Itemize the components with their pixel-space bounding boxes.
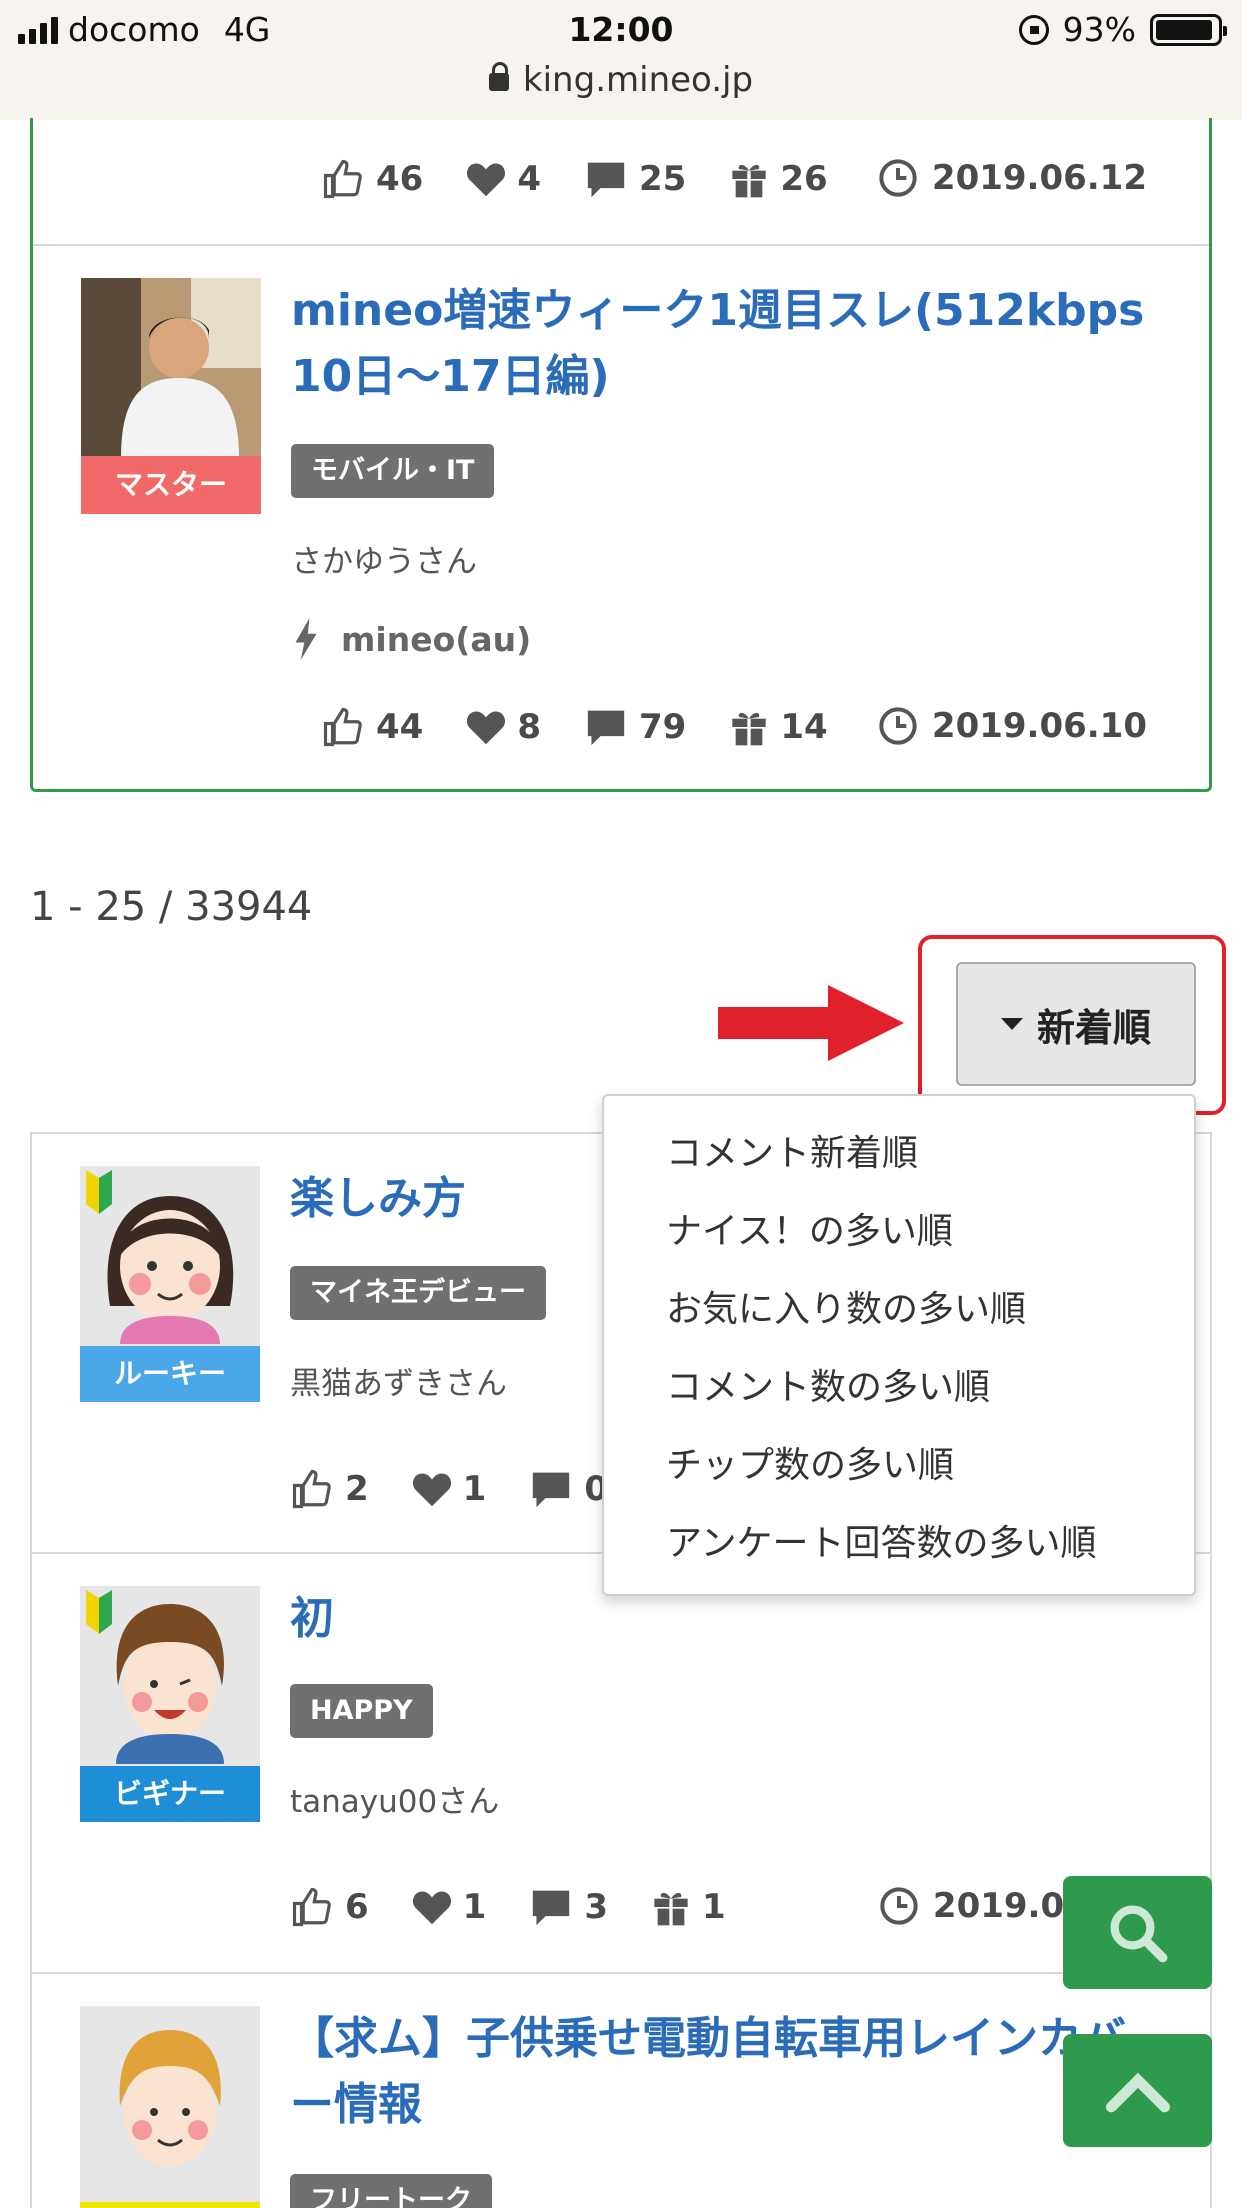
comments-count: 3 xyxy=(584,1887,609,1927)
sort-option-comment-newest[interactable]: コメント新着順 xyxy=(666,1124,918,1176)
url-text: king.mineo.jp xyxy=(522,60,754,100)
category-tag[interactable]: マイネ王デビュー xyxy=(290,1266,546,1320)
user-illustration xyxy=(119,2030,221,2166)
clock-icon xyxy=(879,707,917,745)
tips-count: 26 xyxy=(780,159,828,199)
post-stats: 6 1 3 1 xyxy=(289,1886,768,1928)
favorites-count: 1 xyxy=(462,1469,487,1509)
result-count: 1 - 25 / 33944 xyxy=(30,884,313,930)
rank-badge: ルーキー xyxy=(80,1346,260,1402)
author-name[interactable]: tanayu00さん xyxy=(290,1776,499,1821)
heart-icon xyxy=(412,1473,451,1507)
author-name[interactable]: 黒猫あずきさん xyxy=(290,1358,507,1403)
gift-icon xyxy=(654,1892,688,1926)
tips-count: 1 xyxy=(702,1887,726,1927)
category-tag[interactable]: フリートーク xyxy=(290,2174,492,2208)
bolt-icon xyxy=(295,618,317,660)
beginner-mark-icon xyxy=(86,1590,112,1634)
sort-dropdown-button[interactable]: 新着順 xyxy=(956,962,1196,1086)
heart-icon xyxy=(467,163,506,197)
comment-icon xyxy=(533,1472,570,1508)
avatar[interactable] xyxy=(80,2006,260,2208)
sort-option-most-favorites[interactable]: お気に入り数の多い順 xyxy=(666,1280,1026,1332)
comment-icon xyxy=(533,1890,570,1926)
sort-option-most-nice[interactable]: ナイス！の多い順 xyxy=(666,1202,953,1254)
category-tag[interactable]: モバイル・IT xyxy=(291,444,495,498)
post-date: 2019.06.10 xyxy=(878,706,1147,746)
comment-icon xyxy=(587,162,625,198)
divider xyxy=(32,1972,1210,1974)
category-tag[interactable]: HAPPY xyxy=(290,1684,433,1738)
thumbs-up-icon xyxy=(292,1887,331,1927)
thumbs-up-icon xyxy=(323,159,362,199)
rotation-lock-icon xyxy=(1018,14,1049,45)
rank-badge: マスター xyxy=(81,456,261,514)
comments-count: 79 xyxy=(639,707,687,747)
chevron-up-icon xyxy=(1105,2072,1170,2112)
comments-count: 25 xyxy=(639,159,687,199)
address-bar[interactable]: king.mineo.jp xyxy=(0,60,1242,100)
caret-down-icon xyxy=(1000,1018,1023,1030)
sort-option-most-tips[interactable]: チップ数の多い順 xyxy=(666,1436,954,1488)
likes-count: 44 xyxy=(376,707,424,747)
thumbs-up-icon xyxy=(323,707,362,747)
avatar[interactable]: ルーキー xyxy=(80,1166,260,1402)
scroll-to-top-button[interactable] xyxy=(1063,2034,1212,2147)
post-stats: 44 8 79 14 xyxy=(320,706,870,748)
red-arrow-annotation xyxy=(718,985,904,1061)
post-stats: 46 4 25 26 xyxy=(320,158,870,200)
post-date: 2019.06.12 xyxy=(878,158,1147,198)
avatar[interactable]: ビギナー xyxy=(80,1586,260,1822)
search-icon xyxy=(1110,1905,1167,1962)
divider xyxy=(33,244,1209,246)
gift-icon xyxy=(732,712,766,746)
post-title[interactable]: 【求ム】子供乗せ電動自転車用レインカバ ー情報 xyxy=(290,2006,1190,2138)
post-card-highlighted: 46 4 25 26 2019.06.12 マスター mineo増速ウィーク1週… xyxy=(30,118,1212,792)
post-title[interactable]: mineo増速ウィーク1週目スレ(512kbps 10日〜17日編) xyxy=(291,278,1171,410)
padlock-icon xyxy=(488,62,509,91)
comment-icon xyxy=(587,710,625,746)
beginner-mark-icon xyxy=(86,1170,112,1214)
battery-percent: 93% xyxy=(1062,10,1136,49)
battery-icon xyxy=(1150,13,1227,46)
author-name[interactable]: さかゆうさん xyxy=(291,536,477,581)
heart-icon xyxy=(412,1891,451,1925)
clock-icon xyxy=(880,1887,918,1925)
likes-count: 6 xyxy=(345,1887,369,1927)
avatar[interactable]: マスター xyxy=(81,278,261,514)
thumbs-up-icon xyxy=(292,1469,331,1509)
status-bar: docomo 4G 12:00 93% king.mineo.jp xyxy=(0,0,1242,120)
likes-count: 46 xyxy=(376,159,424,199)
sort-option-most-survey-answers[interactable]: アンケート回答数の多い順 xyxy=(666,1514,1097,1566)
rank-badge xyxy=(80,2202,260,2208)
heart-icon xyxy=(467,711,506,745)
sort-dropdown-menu: コメント新着順 ナイス！の多い順 お気に入り数の多い順 コメント数の多い順 チッ… xyxy=(602,1094,1196,1596)
search-button[interactable] xyxy=(1063,1876,1212,1989)
post-stats: 2 1 0 xyxy=(289,1468,650,1510)
gift-icon xyxy=(732,164,766,198)
carrier-info: mineo(au) xyxy=(291,618,531,660)
tips-count: 14 xyxy=(780,707,828,747)
rank-badge: ビギナー xyxy=(80,1766,260,1822)
clock-icon xyxy=(879,159,917,197)
sort-option-most-comments[interactable]: コメント数の多い順 xyxy=(666,1358,990,1410)
favorites-count: 1 xyxy=(462,1887,487,1927)
favorites-count: 4 xyxy=(517,159,541,199)
favorites-count: 8 xyxy=(517,707,541,747)
user-photo xyxy=(81,278,261,458)
likes-count: 2 xyxy=(345,1469,369,1509)
